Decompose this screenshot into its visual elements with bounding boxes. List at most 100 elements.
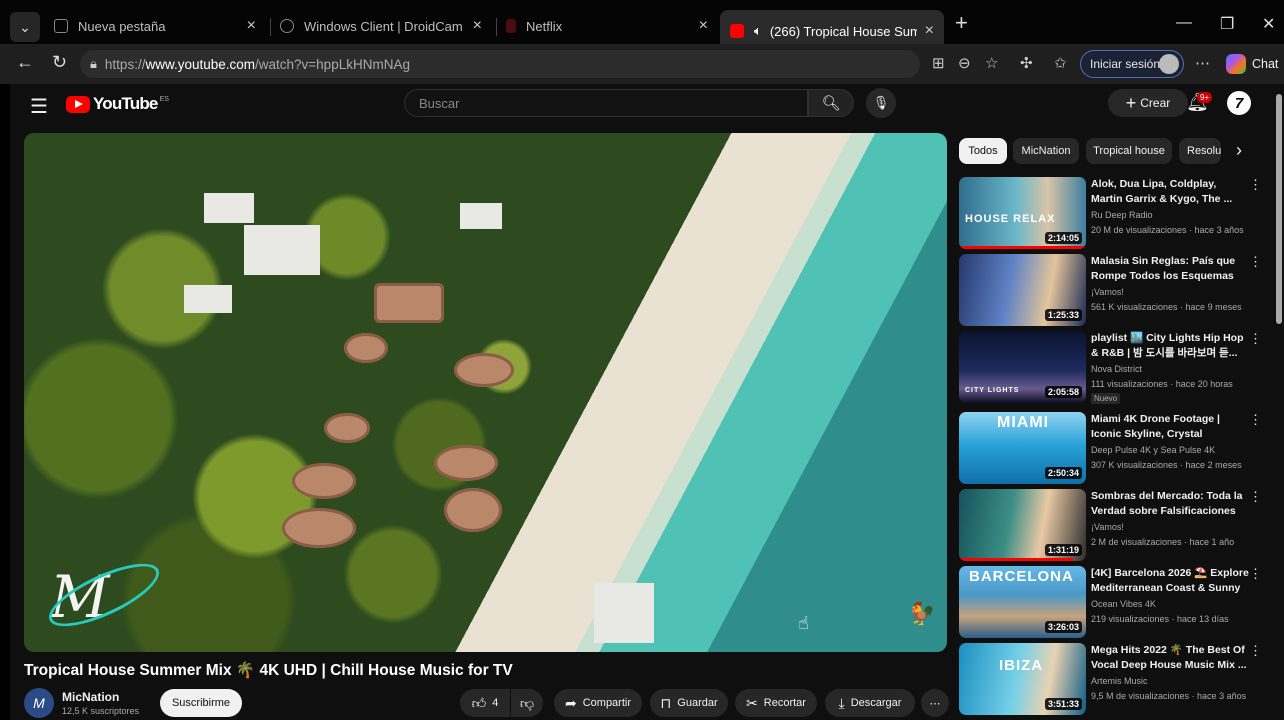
droidcam-icon xyxy=(280,19,294,33)
youtube-play-icon xyxy=(66,95,90,113)
youtube-icon xyxy=(730,24,744,38)
tab-search-button[interactable]: ⌄ xyxy=(10,12,40,42)
more-actions-button[interactable]: ⋯ xyxy=(921,689,949,717)
recommendation-item[interactable]: HOUSE RELAX 2:14:05 Alok, Dua Lipa, Cold… xyxy=(959,177,1262,249)
watch-progress-bar xyxy=(959,558,1074,561)
close-icon[interactable]: × xyxy=(473,17,482,35)
minimize-icon[interactable]: — xyxy=(1176,14,1192,32)
rooster-emoji-icon: 🐓 xyxy=(908,601,936,626)
recommendation-item[interactable]: 1:25:33 Malasia Sin Reglas: País que Rom… xyxy=(959,254,1262,326)
page-scrollbar[interactable] xyxy=(1276,94,1282,324)
window-close-icon[interactable]: ✕ xyxy=(1262,14,1275,34)
subscribe-button[interactable]: Suscribirme xyxy=(160,689,242,717)
tab-label: (266) Tropical House Summer xyxy=(769,23,917,39)
video-thumbnail: CITY LIGHTS 2:05:58 xyxy=(959,331,1086,403)
back-icon[interactable]: ← xyxy=(16,52,34,73)
youtube-page: ☰ YouTube ES Buscar 🔍︎ 🎙︎ + Crear 🔔︎ 9+ … xyxy=(10,84,1284,720)
more-icon[interactable]: ⋯ xyxy=(1195,54,1210,72)
profile-avatar xyxy=(1159,54,1179,74)
video-title: Tropical House Summer Mix 🌴 4K UHD | Chi… xyxy=(24,662,513,679)
more-vertical-icon[interactable]: ⋮ xyxy=(1249,489,1262,505)
tab-label: Windows Client | DroidCam xyxy=(304,18,463,34)
more-vertical-icon[interactable]: ⋮ xyxy=(1249,177,1262,193)
more-vertical-icon[interactable]: ⋮ xyxy=(1249,254,1262,270)
more-vertical-icon[interactable]: ⋮ xyxy=(1249,643,1262,659)
clip-button[interactable]: ✂ Recortar xyxy=(735,689,817,717)
thumbs-down-icon: 👎︎ xyxy=(519,694,535,711)
thumbs-up-icon: 👍︎ xyxy=(471,694,487,711)
channel-avatar[interactable]: M xyxy=(24,688,54,718)
address-bar[interactable]: 🔒︎ https://www.youtube.com/watch?v=hppLk… xyxy=(80,50,920,78)
recommendation-item[interactable]: 1:31:19 Sombras del Mercado: Toda la Ver… xyxy=(959,489,1262,561)
video-thumbnail: MIAMI 2:50:34 xyxy=(959,412,1086,484)
voice-search-button[interactable]: 🎙︎ xyxy=(866,88,896,118)
page-icon xyxy=(54,19,68,33)
youtube-logo[interactable]: YouTube ES xyxy=(66,94,169,114)
favorites-icon[interactable]: ✩ xyxy=(1054,54,1067,72)
netflix-icon xyxy=(506,19,516,33)
copilot-chat-button[interactable]: Chat xyxy=(1226,54,1278,74)
recommendation-item[interactable]: BARCELONA 3:26:03 [4K] Barcelona 2026 ⛱️… xyxy=(959,566,1262,638)
chip-all[interactable]: Todos xyxy=(959,138,1007,164)
search-icon: 🔍︎ xyxy=(821,95,841,112)
more-vertical-icon[interactable]: ⋮ xyxy=(1249,412,1262,428)
close-icon[interactable]: × xyxy=(925,22,934,40)
share-button[interactable]: ➦ Compartir xyxy=(554,689,642,717)
like-button[interactable]: 👍︎ 4 xyxy=(460,689,510,717)
tab-label: Netflix xyxy=(526,18,563,34)
scissors-icon: ✂ xyxy=(746,694,758,711)
close-icon[interactable]: × xyxy=(699,17,708,35)
video-thumbnail: BARCELONA 3:26:03 xyxy=(959,566,1086,638)
search-input[interactable]: Buscar xyxy=(404,89,808,117)
url-text: https://www.youtube.com/watch?v=hppLkHNm… xyxy=(104,56,410,72)
new-tab-button[interactable]: + xyxy=(955,10,968,36)
new-badge: Nuevo xyxy=(1091,393,1121,404)
search-button[interactable]: 🔍︎ xyxy=(808,89,854,117)
create-button[interactable]: + Crear xyxy=(1108,89,1188,117)
video-player[interactable]: M 🐓 ☝︎ xyxy=(24,133,947,652)
video-thumbnail: HOUSE RELAX 2:14:05 xyxy=(959,177,1086,249)
browser-toolbar: ← ↻ 🔒︎ https://www.youtube.com/watch?v=h… xyxy=(0,44,1284,84)
apps-icon[interactable]: ⊞ xyxy=(932,54,945,72)
save-button[interactable]: ⊓ Guardar xyxy=(650,689,728,717)
share-icon: ➦ xyxy=(564,694,577,711)
menu-icon[interactable]: ☰ xyxy=(30,94,48,119)
more-vertical-icon[interactable]: ⋮ xyxy=(1249,566,1262,582)
more-vertical-icon[interactable]: ⋮ xyxy=(1249,331,1262,347)
notification-count-badge: 9+ xyxy=(1197,92,1213,103)
tab-droidcam[interactable]: Windows Client | DroidCam × xyxy=(270,9,492,43)
favorite-star-icon[interactable]: ☆ xyxy=(985,54,998,72)
recommendation-item[interactable]: IBIZA 3:51:33 Mega Hits 2022 🌴 The Best … xyxy=(959,643,1262,715)
recommendation-item[interactable]: MIAMI 2:50:34 Miami 4K Drone Footage | I… xyxy=(959,412,1262,484)
account-avatar[interactable]: 7 xyxy=(1227,91,1251,115)
chat-label: Chat xyxy=(1252,57,1279,71)
recommendation-item[interactable]: CITY LIGHTS 2:05:58 playlist 🏙️ City Lig… xyxy=(959,331,1262,404)
subscriber-count: 12,5 K suscriptores xyxy=(62,706,140,716)
channel-name[interactable]: MicNation xyxy=(62,690,119,704)
video-thumbnail: 1:25:33 xyxy=(959,254,1086,326)
extensions-icon[interactable]: ✣ xyxy=(1020,54,1033,72)
close-icon[interactable]: × xyxy=(247,17,256,35)
chip-micnation[interactable]: MicNation xyxy=(1013,138,1079,164)
download-button[interactable]: ⤓ Descargar xyxy=(825,689,915,717)
dislike-button[interactable]: 👎︎ xyxy=(511,689,543,717)
copilot-icon xyxy=(1226,54,1246,74)
tab-new-tab[interactable]: Nueva pestaña × xyxy=(44,9,266,43)
more-horizontal-icon: ⋯ xyxy=(929,697,941,710)
chevron-right-icon[interactable]: › xyxy=(1236,140,1242,161)
zoom-icon[interactable]: ⊖ xyxy=(958,54,971,72)
mouse-cursor-icon: ☝︎ xyxy=(798,613,809,633)
restore-icon[interactable]: ❐ xyxy=(1220,14,1234,34)
signin-label: Iniciar sesión xyxy=(1090,57,1161,71)
tab-label: Nueva pestaña xyxy=(78,18,166,34)
chip-tropical-house[interactable]: Tropical house xyxy=(1086,138,1172,164)
reload-icon[interactable]: ↻ xyxy=(52,52,67,73)
video-thumbnail: 1:31:19 xyxy=(959,489,1086,561)
speaker-icon[interactable]: 🔈︎ xyxy=(754,23,762,39)
chip-resolutions[interactable]: Resoluciones xyxy=(1179,138,1221,164)
bookmark-icon: ⊓ xyxy=(660,694,672,711)
chevron-down-icon: ⌄ xyxy=(19,18,31,35)
tab-netflix[interactable]: Netflix × xyxy=(496,9,718,43)
watch-progress-bar xyxy=(959,246,1086,249)
signin-button[interactable]: Iniciar sesión xyxy=(1080,50,1184,78)
